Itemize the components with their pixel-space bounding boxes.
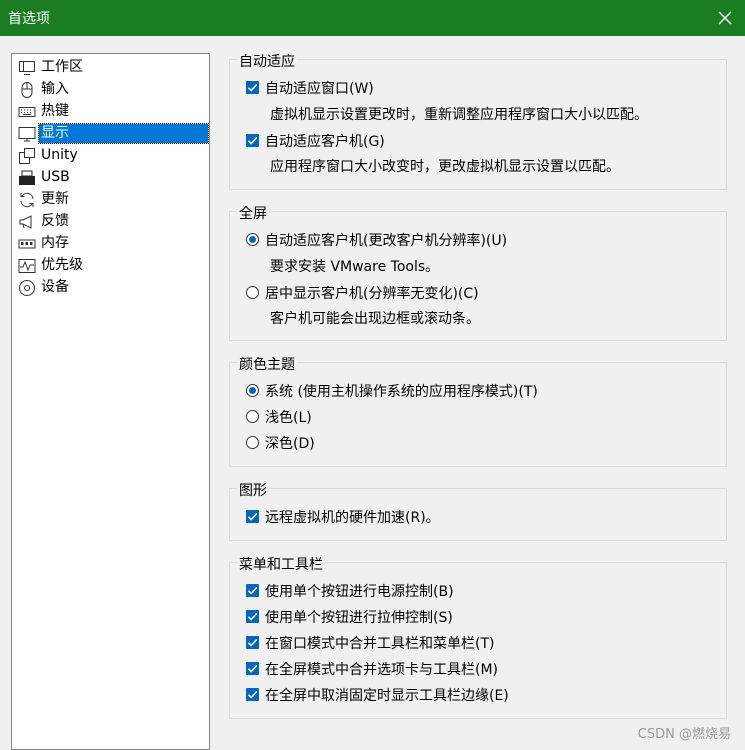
fullscreen-autofit-desc: 要求安装 VMware Tools。 [270,259,440,275]
nav-item-label: 优先级 [41,257,83,273]
autofit-guest-label[interactable]: 自动适应客户机(G) [265,131,385,151]
fullscreen-center-radio[interactable] [246,286,259,299]
autofit-window-label[interactable]: 自动适应窗口(W) [265,78,374,98]
device-icon [18,279,36,297]
combine-toolbar-label[interactable]: 在窗口模式中合并工具栏和菜单栏(T) [265,633,494,653]
window-title: 首选项 [8,11,50,27]
nav-item-label: 显示 [38,123,209,144]
refresh-icon [18,191,36,209]
workspace-icon [18,59,36,77]
power-button-label[interactable]: 使用单个按钮进行电源控制(B) [265,581,454,601]
unity-icon [18,147,36,165]
title-bar: 首选项 [0,0,745,36]
graphics-title: 图形 [237,480,269,500]
nav-item-label: Unity [41,147,78,163]
fullscreen-center-desc: 客户机可能会出现边框或滚动条。 [270,311,480,327]
theme-title: 颜色主题 [237,354,297,374]
theme-system-radio[interactable] [246,384,259,397]
autofit-title: 自动适应 [237,51,297,71]
toolbar-edge-label[interactable]: 在全屏中取消固定时显示工具栏边缘(E) [265,685,509,705]
combine-tabs-checkbox[interactable] [246,662,259,675]
usb-icon [18,169,36,187]
mouse-icon [18,81,36,99]
graphics-accel-checkbox[interactable] [246,510,259,523]
autofit-guest-desc: 应用程序窗口大小改变时，更改虚拟机显示设置以匹配。 [270,159,620,175]
nav-item-label: 内存 [41,235,69,251]
menu-toolbar-title: 菜单和工具栏 [237,554,325,574]
stretch-button-label[interactable]: 使用单个按钮进行拉伸控制(S) [265,607,453,627]
theme-dark-label[interactable]: 深色(D) [265,433,315,453]
theme-dark-radio[interactable] [246,436,259,449]
toolbar-edge-checkbox[interactable] [246,688,259,701]
fullscreen-autofit-radio[interactable] [246,233,259,246]
keyboard-icon [18,103,36,121]
theme-light-label[interactable]: 浅色(L) [265,407,312,427]
theme-system-label[interactable]: 系统 (使用主机操作系统的应用程序模式)(T) [265,381,538,401]
combine-tabs-label[interactable]: 在全屏模式中合并选项卡与工具栏(M) [265,659,498,679]
close-icon[interactable] [713,6,737,30]
nav-item-label: USB [41,169,70,185]
nav-item-label: 设备 [41,279,69,295]
priority-icon [18,257,36,275]
autofit-guest-checkbox[interactable] [246,134,259,147]
stretch-button-checkbox[interactable] [246,610,259,623]
theme-light-radio[interactable] [246,410,259,423]
fullscreen-title: 全屏 [237,203,269,223]
nav-item-label: 热键 [41,103,69,119]
megaphone-icon [18,213,36,231]
combine-toolbar-checkbox[interactable] [246,636,259,649]
monitor-icon [18,125,36,143]
autofit-window-desc: 虚拟机显示设置更改时，重新调整应用程序窗口大小以匹配。 [270,107,648,123]
fullscreen-center-label[interactable]: 居中显示客户机(分辨率无变化)(C) [265,283,479,303]
fullscreen-autofit-label[interactable]: 自动适应客户机(更改客户机分辨率)(U) [265,230,507,250]
graphics-accel-label[interactable]: 远程虚拟机的硬件加速(R)。 [265,507,440,527]
nav-item-label: 反馈 [41,213,69,229]
nav-item-label: 输入 [41,81,69,97]
autofit-window-checkbox[interactable] [246,81,259,94]
watermark: CSDN @燃烧易 [637,727,731,742]
nav-item-label: 更新 [41,191,69,207]
nav-tree[interactable]: 工作区 输入 热键 显示 Unity USB 更新 反馈 内存 优先级 设备 [11,53,210,750]
power-button-checkbox[interactable] [246,584,259,597]
nav-item-label: 工作区 [41,59,83,75]
memory-icon [18,235,36,253]
